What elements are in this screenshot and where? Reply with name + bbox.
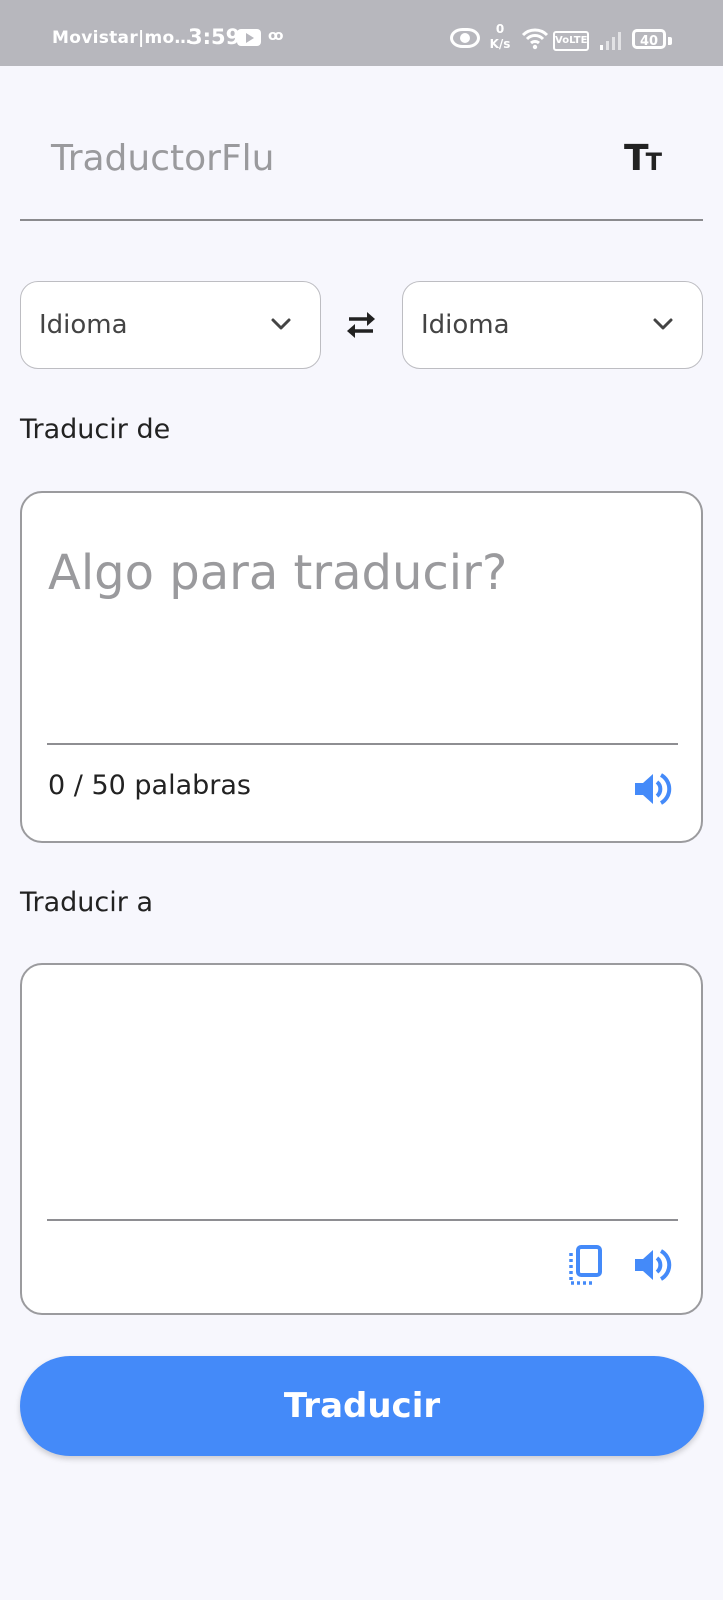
app-bar-divider <box>20 219 703 221</box>
word-counter: 0 / 50 palabras <box>48 770 251 801</box>
source-text-card: Algo para traducir? 0 / 50 palabras <box>20 491 703 843</box>
source-language-dropdown[interactable]: Idioma <box>20 281 321 369</box>
wifi-icon <box>521 28 549 50</box>
network-speed-value: 0 <box>495 22 505 36</box>
status-time: 3:59 <box>188 25 241 49</box>
target-language-dropdown[interactable]: Idioma <box>402 281 703 369</box>
volume-up-icon[interactable] <box>633 771 673 807</box>
target-section-label: Traducir a <box>20 887 153 918</box>
volte-badge: VoLTE <box>553 31 589 51</box>
network-speed: 0 K/s <box>486 22 514 52</box>
status-bar: Movistar|mo… 3:59 ꝏ 0 K/s VoLTE 40 <box>0 0 723 66</box>
eye-icon <box>450 28 480 48</box>
battery-icon: 40 <box>632 29 672 49</box>
text-size-icon-small: T <box>645 148 662 176</box>
target-language-label: Idioma <box>421 310 510 340</box>
text-size-icon[interactable]: TT <box>624 138 662 179</box>
youtube-notification-icon <box>237 29 261 46</box>
text-size-icon-big: T <box>624 138 649 179</box>
volume-up-icon[interactable] <box>633 1247 673 1283</box>
source-input-underline <box>47 743 678 745</box>
translate-button[interactable]: Traducir <box>20 1356 704 1456</box>
voicemail-icon: ꝏ <box>268 28 284 44</box>
source-section-label: Traducir de <box>20 414 171 445</box>
app-title: TraductorFlu <box>51 138 275 179</box>
copy-icon[interactable] <box>568 1245 604 1285</box>
swap-arrows-icon[interactable] <box>341 307 381 343</box>
source-text-input[interactable]: Algo para traducir? <box>48 545 507 601</box>
chevron-down-icon <box>653 318 673 330</box>
network-speed-unit: K/s <box>489 37 511 51</box>
signal-icon <box>600 32 621 50</box>
carrier-name: Movistar|mo… <box>52 28 192 48</box>
chevron-down-icon <box>271 318 291 330</box>
target-output-underline <box>47 1219 678 1221</box>
target-text-card <box>20 963 703 1315</box>
source-language-label: Idioma <box>39 310 128 340</box>
